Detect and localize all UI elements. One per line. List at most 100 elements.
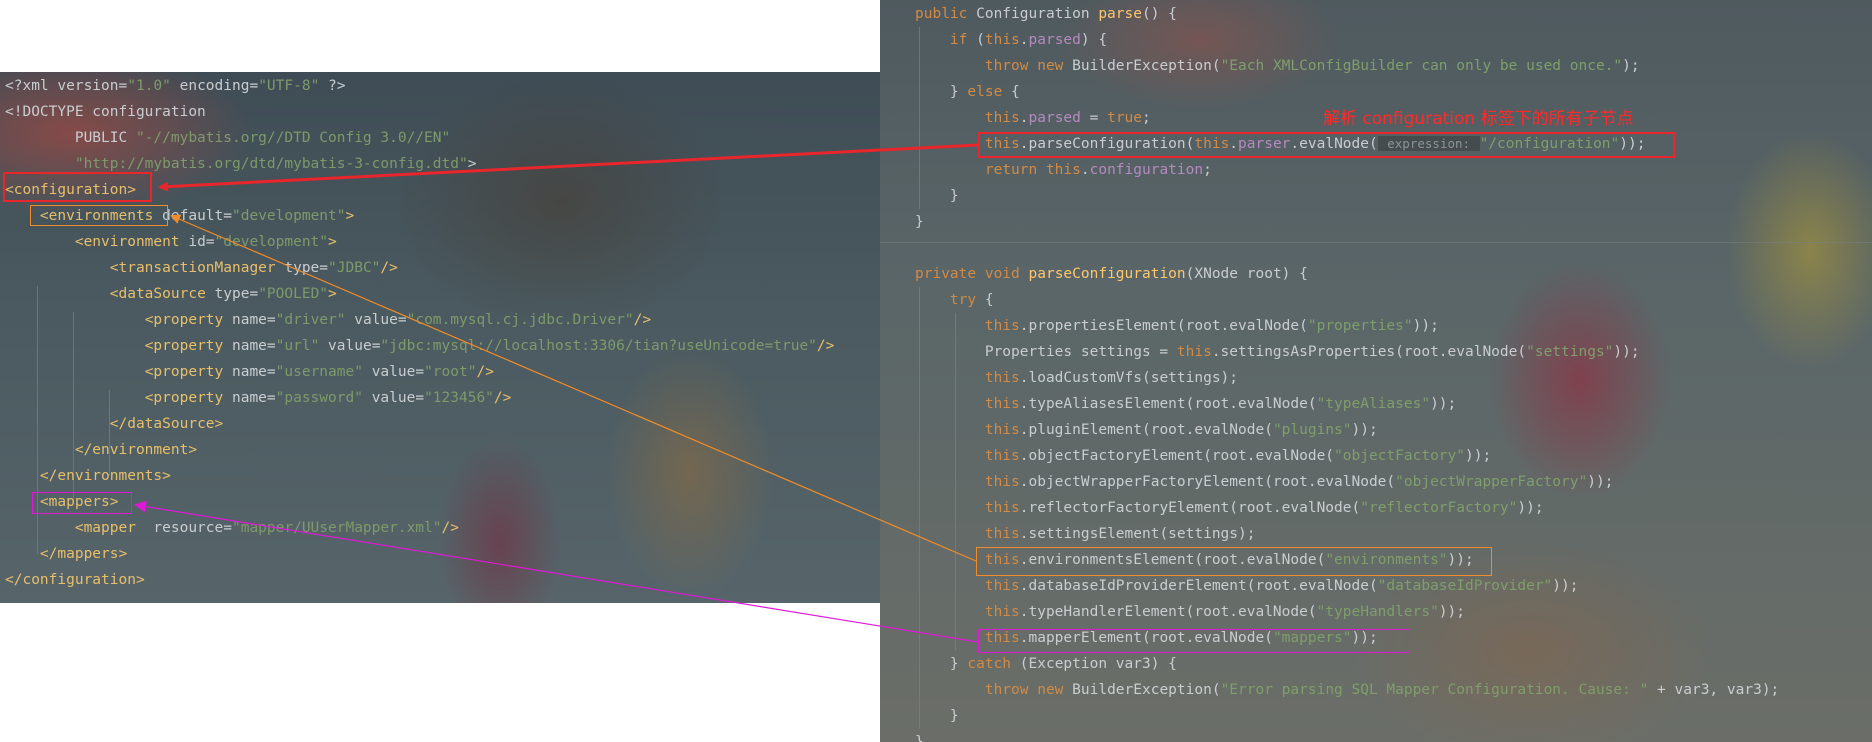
code-token: "properties" [1307,318,1413,334]
code-token: "Each XMLConfigBuilder can only be used … [1220,58,1623,74]
xml-code-line[interactable]: </dataSource> [0,411,880,437]
java-code-line[interactable]: } [880,729,1872,742]
code-token: <transactionManager [109,260,276,276]
code-token: /> [380,260,398,276]
code-token: return this [984,162,1081,178]
xml-code-line[interactable]: <property name="url" value="jdbc:mysql:/… [0,333,880,359]
code-token: .loadCustomVfs(settings); [1019,370,1239,386]
code-token: . [1019,110,1029,126]
java-code-line[interactable]: Properties settings = this.settingsAsPro… [880,339,1872,365]
code-token: type= [205,286,259,302]
code-token: . [1080,162,1090,178]
code-token: value= [362,390,425,406]
code-token: <dataSource [109,286,206,302]
java-code-line[interactable]: throw new BuilderException("Error parsin… [880,677,1872,703]
code-token: { [984,292,994,308]
xml-code-line[interactable]: <property name="username" value="root"/> [0,359,880,385]
xml-code-line[interactable]: <dataSource type="POOLED"> [0,281,880,307]
xml-code-line[interactable]: <environment id="development"> [0,229,880,255]
code-token: parseConfiguration [1028,266,1186,282]
code-token: true [1107,110,1143,126]
code-token: .settingsElement(settings); [1019,526,1256,542]
java-code-line[interactable]: this.typeAliasesElement(root.evalNode("t… [880,391,1872,417]
java-code-line[interactable]: } else { [880,79,1872,105]
xml-code-line[interactable]: </environment> [0,437,880,463]
java-code-line[interactable]: this.objectWrapperFactoryElement(root.ev… [880,469,1872,495]
xml-code-line[interactable]: </mappers> [0,541,880,567]
xml-code-line[interactable]: <property name="driver" value="com.mysql… [0,307,880,333]
code-token: private void [915,266,1029,282]
code-token: .objectFactoryElement(root.evalNode( [1019,448,1335,464]
code-token: /> [441,520,459,536]
code-token: public [915,6,977,22]
code-token: "reflectorFactory" [1360,500,1518,516]
xml-code-line[interactable]: <mappers> [0,489,880,515]
java-code-line[interactable]: this.reflectorFactoryElement(root.evalNo… [880,495,1872,521]
code-token: .pluginElement(root.evalNode( [1019,422,1273,438]
code-token: <property [144,312,224,328]
xml-code-line[interactable]: <?xml version="1.0" encoding="UTF-8" ?> [0,73,880,99]
code-token: } [915,656,968,672]
code-token: throw new [984,58,1073,74]
java-code-line[interactable]: } [880,209,1872,235]
java-code-line[interactable] [880,235,1872,261]
java-code-line[interactable]: this.settingsElement(settings); [880,521,1872,547]
code-token: "development" [232,208,346,224]
java-code-line[interactable]: return this.configuration; [880,157,1872,183]
code-token: value= [319,338,381,354]
code-token: configuration [1089,162,1204,178]
xml-code-line[interactable]: </configuration> [0,567,880,593]
java-code-line[interactable]: } [880,183,1872,209]
java-code-line[interactable]: this.loadCustomVfs(settings); [880,365,1872,391]
xml-code-line[interactable]: <mapper resource="mapper/UUserMapper.xml… [0,515,880,541]
code-token: <mapper [74,520,136,536]
xml-code-line[interactable]: <!DOCTYPE configuration [0,99,880,125]
code-token: )); [1552,578,1579,594]
code-token: <property [144,338,224,354]
java-code-line[interactable]: } [880,703,1872,729]
java-code-line[interactable]: if (this.parsed) { [880,27,1872,53]
code-token: )); [1351,422,1378,438]
java-code-line[interactable]: this.pluginElement(root.evalNode("plugin… [880,417,1872,443]
code-token: value= [345,312,407,328]
java-code-line[interactable]: public Configuration parse() { [880,1,1872,27]
code-token: this [984,604,1020,620]
java-code-line[interactable]: throw new BuilderException("Each XMLConf… [880,53,1872,79]
code-token: if [949,32,977,48]
code-token: "http://mybatis.org/dtd/mybatis-3-config… [74,156,468,172]
code-token: resource= [135,520,232,536]
java-code-line[interactable]: this.propertiesElement(root.evalNode("pr… [880,313,1872,339]
code-token: value= [362,364,425,380]
xml-code-line[interactable]: <transactionManager type="JDBC"/> [0,255,880,281]
java-code-line[interactable]: this.typeHandlerElement(root.evalNode("t… [880,599,1872,625]
code-token: "POOLED" [258,286,329,302]
java-code-line[interactable]: private void parseConfiguration(XNode ro… [880,261,1872,287]
xml-editor-panel[interactable]: <?xml version="1.0" encoding="UTF-8" ?> <… [0,72,880,603]
xml-code-line[interactable]: </environments> [0,463,880,489]
code-token: name= [223,364,276,380]
java-code-line[interactable]: try { [880,287,1872,313]
code-token: (Exception var3) { [1019,656,1177,672]
code-token: () { [1141,6,1177,22]
java-code-line[interactable]: } catch (Exception var3) { [880,651,1872,677]
java-code-line[interactable]: this.databaseIdProviderElement(root.eval… [880,573,1872,599]
java-code-line[interactable]: this.objectFactoryElement(root.evalNode(… [880,443,1872,469]
code-token: /> [633,312,652,328]
xml-code-line[interactable]: <property name="password" value="123456"… [0,385,880,411]
code-token: this [984,578,1020,594]
code-token: name= [223,390,276,406]
code-token: > [328,234,337,250]
code-token: "objectWrapperFactory" [1395,474,1588,490]
xml-code-area[interactable]: <?xml version="1.0" encoding="UTF-8" ?> <… [0,73,880,593]
code-token: this [984,110,1020,126]
xml-code-line[interactable]: PUBLIC "-//mybatis.org//DTD Config 3.0//… [0,125,880,151]
code-token: <?xml version= [5,78,128,94]
code-token: > [467,156,477,172]
